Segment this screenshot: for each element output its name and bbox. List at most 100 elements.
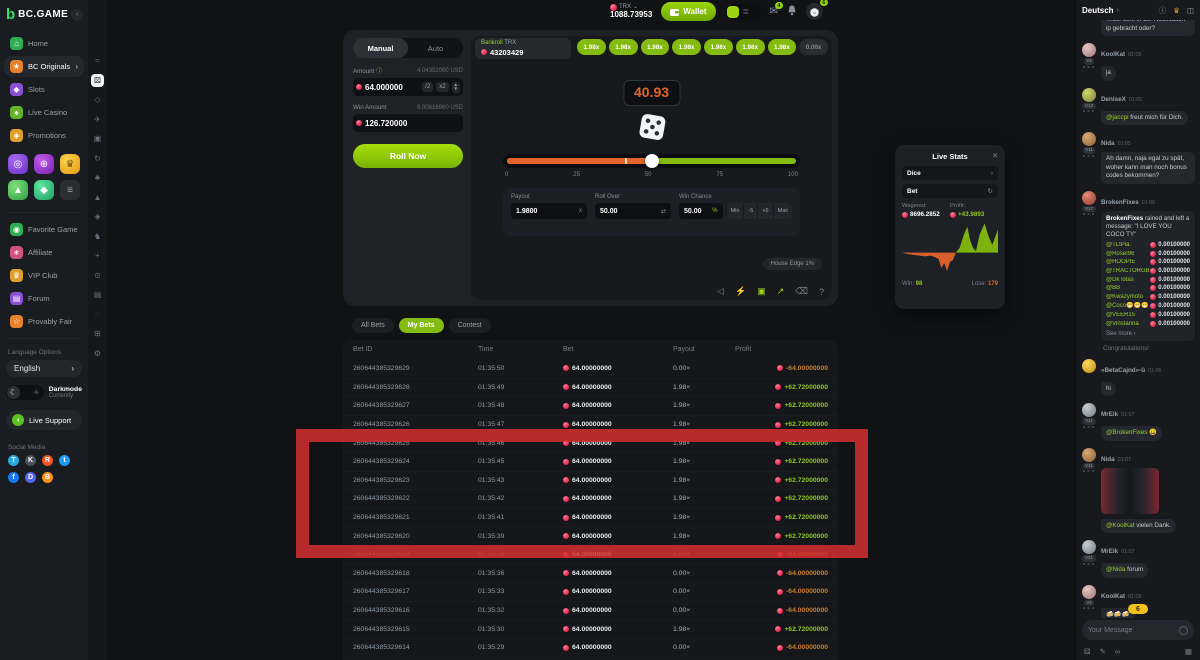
sidebar-item[interactable]: ⌂ Home bbox=[4, 33, 84, 54]
game-thumbnail[interactable]: ◆ bbox=[34, 180, 54, 200]
recipient-name[interactable]: @VEER15 bbox=[1106, 312, 1135, 318]
clear-icon[interactable]: ⌫ bbox=[795, 286, 808, 297]
tab-all-bets[interactable]: All Bets bbox=[352, 318, 394, 333]
reset-icon[interactable]: ↻ bbox=[988, 187, 993, 195]
social-icon[interactable]: D bbox=[25, 472, 36, 483]
quick-adjust-button[interactable]: Max bbox=[773, 203, 792, 219]
game-thumbnail[interactable]: ≡ bbox=[60, 180, 80, 200]
sidebar-item[interactable]: ▤ Forum bbox=[4, 288, 84, 309]
chat-message-input[interactable] bbox=[1088, 627, 1175, 634]
sidebar-item[interactable]: ◉ Favorite Games bbox=[4, 219, 84, 240]
social-icon[interactable]: B bbox=[42, 472, 53, 483]
link-icon[interactable]: ∞ bbox=[1115, 647, 1120, 656]
stats-icon[interactable]: ↗ bbox=[777, 286, 785, 297]
social-icon[interactable]: R bbox=[42, 455, 53, 466]
sidebar-item[interactable]: ◈ Promotions bbox=[4, 125, 84, 146]
double-bet-button[interactable]: x2 bbox=[436, 82, 448, 92]
rail-game-icon[interactable]: + bbox=[91, 249, 104, 262]
avatar[interactable] bbox=[1082, 540, 1096, 554]
info-icon[interactable]: ⓘ bbox=[376, 68, 382, 75]
sidebar-item[interactable]: ◆ Slots bbox=[4, 79, 84, 100]
chat-image-attachment[interactable] bbox=[1101, 468, 1159, 514]
rail-game-icon[interactable]: ◇ bbox=[91, 93, 104, 106]
quick-adjust-button[interactable]: +5 bbox=[757, 203, 772, 219]
rail-game-icon[interactable]: ⊙ bbox=[91, 269, 104, 282]
language-select[interactable]: English › bbox=[6, 360, 82, 377]
sidebar-item[interactable]: ☆ Provably Fair bbox=[4, 311, 84, 332]
social-icon[interactable]: f bbox=[8, 472, 19, 483]
table-row[interactable]: 260644385329617 01:35:33 64.00000000 0.0… bbox=[343, 582, 838, 601]
tab-my-bets[interactable]: My Bets bbox=[399, 318, 444, 333]
avatar[interactable] bbox=[1082, 88, 1096, 102]
multiplier-chip[interactable]: 1.98x bbox=[577, 39, 606, 55]
rail-game-icon[interactable]: ♣ bbox=[91, 171, 104, 184]
username[interactable]: DeniseX bbox=[1101, 96, 1126, 103]
mention-link[interactable]: @jaccpi bbox=[1106, 114, 1129, 121]
recipient-name[interactable]: @Vinstarina bbox=[1106, 321, 1139, 327]
recipient-name[interactable]: @Kwazymoto bbox=[1106, 294, 1143, 300]
sidebar-collapse-button[interactable]: ‹ bbox=[71, 9, 83, 21]
recipient-name[interactable]: @Coco😁😁😁 bbox=[1106, 302, 1149, 309]
dice-bet-icon[interactable]: ⚄ bbox=[1084, 647, 1091, 656]
rail-game-icon[interactable]: ▤ bbox=[91, 288, 104, 301]
table-row[interactable]: 260644385329618 01:35:36 64.00000000 0.0… bbox=[343, 564, 838, 583]
table-row[interactable]: 260644385329615 01:35:30 64.00000000 1.9… bbox=[343, 619, 838, 638]
avatar[interactable] bbox=[1082, 43, 1096, 57]
social-icon[interactable]: t bbox=[59, 455, 70, 466]
table-row[interactable]: 260644385329613 01:35:28 64.00000000 0.0… bbox=[343, 657, 838, 660]
quick-adjust-button[interactable]: -5 bbox=[743, 203, 757, 219]
help-icon[interactable]: ? bbox=[819, 287, 824, 297]
sidebar-item[interactable]: ♛ VIP Club bbox=[4, 265, 84, 286]
swap-icon[interactable]: ⇄ bbox=[661, 208, 666, 215]
notifications-button[interactable] bbox=[787, 5, 797, 19]
edit-icon[interactable]: ✎ bbox=[1100, 647, 1106, 656]
recipient-name[interactable]: @Dk lotas bbox=[1106, 277, 1134, 283]
tab-manual[interactable]: Manual bbox=[353, 38, 408, 58]
turbo-icon[interactable]: ⚡ bbox=[735, 286, 746, 297]
avatar[interactable] bbox=[1082, 191, 1096, 205]
username[interactable]: MrEik bbox=[1101, 411, 1118, 418]
table-row[interactable]: 260644385329616 01:35:32 64.00000000 0.0… bbox=[343, 601, 838, 620]
winchance-field[interactable]: 50.00 % bbox=[679, 203, 723, 219]
payout-field[interactable]: 1.9800 x bbox=[511, 203, 587, 219]
mention-link[interactable]: @BrokenFixes bbox=[1106, 429, 1147, 436]
rail-game-icon[interactable]: ◌ bbox=[91, 308, 104, 321]
recipient-name[interactable]: @TRACTORGB bbox=[1106, 268, 1150, 274]
social-icon[interactable]: K bbox=[25, 455, 36, 466]
avatar[interactable] bbox=[1082, 132, 1096, 146]
multiplier-chip[interactable]: 1.98x bbox=[641, 39, 670, 55]
social-icon[interactable]: T bbox=[8, 455, 19, 466]
recipient-name[interactable]: @HOOPIE bbox=[1106, 259, 1135, 265]
sidebar-item[interactable]: ★ BC Originals › bbox=[4, 56, 84, 77]
hotkeys-icon[interactable]: ▣ bbox=[757, 286, 766, 297]
quick-adjust-button[interactable]: Min bbox=[726, 203, 744, 219]
avatar[interactable] bbox=[1082, 448, 1096, 462]
rail-game-icon[interactable]: ⊞ bbox=[91, 327, 104, 340]
username[interactable]: «BetaCajnd»-ü bbox=[1101, 367, 1145, 374]
slider-handle[interactable] bbox=[645, 154, 659, 168]
multiplier-chip[interactable]: 1.98x bbox=[736, 39, 765, 55]
tab-contest[interactable]: Contest bbox=[449, 318, 491, 333]
rail-game-icon[interactable]: ⚙ bbox=[91, 347, 104, 360]
rail-game-icon[interactable]: ⚄ bbox=[91, 74, 104, 87]
roll-now-button[interactable]: Roll Now bbox=[353, 144, 463, 168]
win-amount-input[interactable]: 126.720000 bbox=[353, 114, 463, 132]
rail-game-icon[interactable]: ≈ bbox=[91, 54, 104, 67]
game-thumbnail[interactable]: ▲ bbox=[8, 180, 28, 200]
stats-bet-row[interactable]: Bet ↻ bbox=[902, 184, 998, 198]
multiplier-chip[interactable]: 1.98x bbox=[704, 39, 733, 55]
multiplier-chip[interactable]: 1.98x bbox=[672, 39, 701, 55]
rail-game-icon[interactable]: ✈ bbox=[91, 113, 104, 126]
half-bet-button[interactable]: /2 bbox=[422, 82, 433, 92]
avatar[interactable] bbox=[1082, 359, 1096, 373]
emoji-icon[interactable] bbox=[1179, 626, 1188, 635]
table-row[interactable]: 260644385329614 01:35:29 64.00000000 0.0… bbox=[343, 638, 838, 657]
rail-game-icon[interactable]: ↻ bbox=[91, 152, 104, 165]
amount-stepper[interactable]: ▲▼ bbox=[452, 82, 460, 93]
multiplier-chip[interactable]: 0.00x bbox=[799, 39, 828, 55]
wallet-button[interactable]: Wallet bbox=[661, 2, 715, 21]
sound-icon[interactable]: ◁ bbox=[717, 286, 724, 297]
messages-button[interactable]: ✉ 4 bbox=[770, 6, 778, 17]
avatar[interactable] bbox=[1082, 585, 1096, 599]
rail-game-icon[interactable]: ♞ bbox=[91, 230, 104, 243]
